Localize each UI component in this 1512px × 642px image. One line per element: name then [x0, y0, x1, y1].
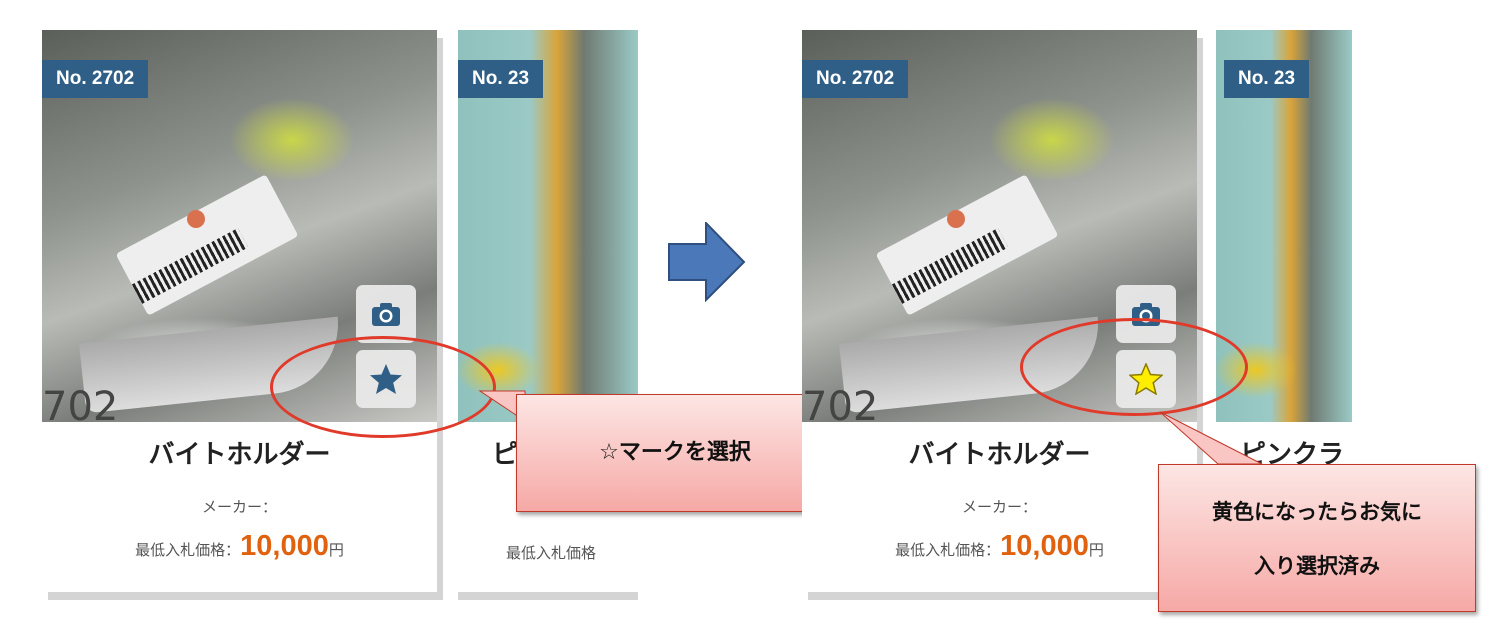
- lot-number-badge: No. 2702: [42, 60, 149, 98]
- min-bid-price: 最低入札価格：10,000円: [802, 530, 1197, 563]
- price-value: 10,000: [240, 530, 329, 562]
- lot-number-badge: No. 23: [1224, 60, 1310, 98]
- camera-button[interactable]: [356, 285, 416, 343]
- price-unit: 円: [1088, 541, 1104, 559]
- price-label: 最低入札価格：: [135, 541, 241, 559]
- price-label: 最低入札価格：: [895, 541, 1001, 559]
- product-card[interactable]: 702 No. 2702 バイトホルダー メーカー： 最低入札価格：10,000…: [42, 30, 437, 592]
- maker-label: メーカー：: [961, 498, 1037, 516]
- photo-digits: 702: [42, 384, 119, 422]
- product-title[interactable]: バイトホルダー: [42, 434, 437, 471]
- highlight-circle: [1020, 318, 1248, 416]
- after-panel: 702 No. 2702 バイトホルダー メーカー： 最低入札価格：10,000…: [760, 0, 1512, 642]
- annotation-callout: 黄色になったらお気に 入り選択済み: [1158, 464, 1476, 612]
- min-bid-price: 最低入札価格：10,000円: [42, 530, 437, 563]
- maker-label: メーカー：: [201, 498, 277, 516]
- photo-digits: 702: [802, 384, 879, 422]
- highlight-circle: [270, 336, 496, 438]
- price-unit: 円: [328, 541, 344, 559]
- lot-number-badge: No. 2702: [802, 60, 909, 98]
- arrow-right-icon: [668, 222, 746, 302]
- product-title[interactable]: バイトホルダー: [802, 434, 1197, 471]
- callout-line: 入り選択済み: [1254, 554, 1380, 578]
- price-label: 最低入札価格: [506, 544, 597, 562]
- price-value: 10,000: [1000, 530, 1089, 562]
- callout-line: 黄色になったらお気に: [1212, 500, 1422, 524]
- camera-icon: [372, 303, 400, 326]
- before-panel: 702 No. 2702 バイトホルダー メーカー： 最低入札価格：10,000…: [0, 0, 834, 642]
- callout-pointer: [1159, 411, 1263, 465]
- product-title[interactable]: ピ: [492, 434, 518, 471]
- lot-number-badge: No. 23: [458, 60, 544, 98]
- product-card[interactable]: 702 No. 2702 バイトホルダー メーカー： 最低入札価格：10,000…: [802, 30, 1197, 592]
